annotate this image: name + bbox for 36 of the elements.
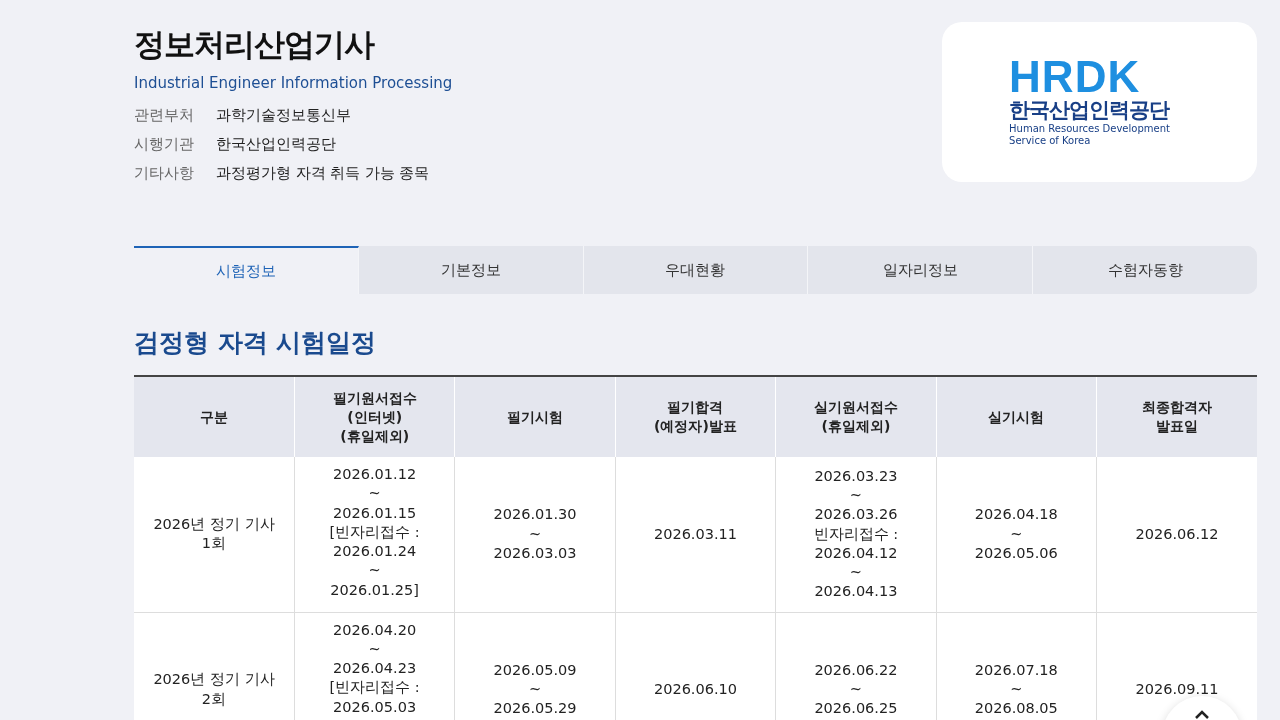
tab[interactable]: 시험정보 xyxy=(134,246,359,294)
info-value: 과정평가형 자격 취득 가능 종목 xyxy=(216,164,430,183)
caret-up-icon xyxy=(1194,710,1210,720)
table-cell: 2026.04.20 ~ 2026.04.23 [빈자리접수 : 2026.05.03 xyxy=(294,612,455,720)
table-cell: 2026.06.22 ~ 2026.06.25 xyxy=(775,612,937,720)
logo-mark: HRDK xyxy=(1009,57,1142,97)
column-header: 실기원서접수 (휴일제외) xyxy=(775,376,937,457)
section-title: 검정형 자격 시험일정 xyxy=(134,327,378,359)
table-cell: 2026.06.12 xyxy=(1096,457,1257,612)
logo-english-text: Service of Korea xyxy=(1009,135,1092,147)
table-cell: 2026년 정기 기사 1회 xyxy=(134,457,295,612)
info-label: 시행기관 xyxy=(134,135,195,154)
table-cell: 2026.01.12 ~ 2026.01.15 [빈자리접수 : 2026.01.24 ~ 2026.01.25] xyxy=(294,457,455,612)
info-label: 기타사항 xyxy=(134,164,195,183)
info-value: 한국산업인력공단 xyxy=(216,135,336,154)
column-header: 필기합격 (예정자)발표 xyxy=(615,376,776,457)
table-cell: 2026.07.18 ~ 2026.08.05 xyxy=(936,612,1097,720)
english-subtitle: Industrial Engineer Information Processing xyxy=(134,74,453,92)
page-title: 정보처리산업기사 xyxy=(134,25,376,64)
logo-english-text: Human Resources Development xyxy=(1009,123,1170,135)
table-cell: 2026.04.18 ~ 2026.05.06 xyxy=(936,457,1097,612)
table-cell: 2026.03.11 xyxy=(615,457,776,612)
info-label: 관련부처 xyxy=(134,106,195,125)
table-cell: 2026.01.30 ~ 2026.03.03 xyxy=(454,457,616,612)
column-header: 필기원서접수 (인터넷) (휴일제외) xyxy=(294,376,455,457)
table-cell: 2026.05.09 ~ 2026.05.29 xyxy=(454,612,616,720)
column-header: 실기시험 xyxy=(936,376,1097,457)
table-cell: 2026.06.10 xyxy=(615,612,776,720)
table-cell: 2026.09.11 xyxy=(1096,612,1257,720)
column-header: 구분 xyxy=(134,376,295,457)
info-value: 과학기술정보통신부 xyxy=(216,106,351,125)
table-cell: 2026.03.23 ~ 2026.03.26 빈자리접수 : 2026.04.12 ~ 2026.04.13 xyxy=(775,457,937,612)
logo-name: 한국산업인력공단 xyxy=(1009,97,1170,123)
table-cell: 2026년 정기 기사 2회 xyxy=(134,612,295,720)
column-header: 최종합격자 발표일 xyxy=(1096,376,1257,457)
column-header: 필기시험 xyxy=(454,376,616,457)
